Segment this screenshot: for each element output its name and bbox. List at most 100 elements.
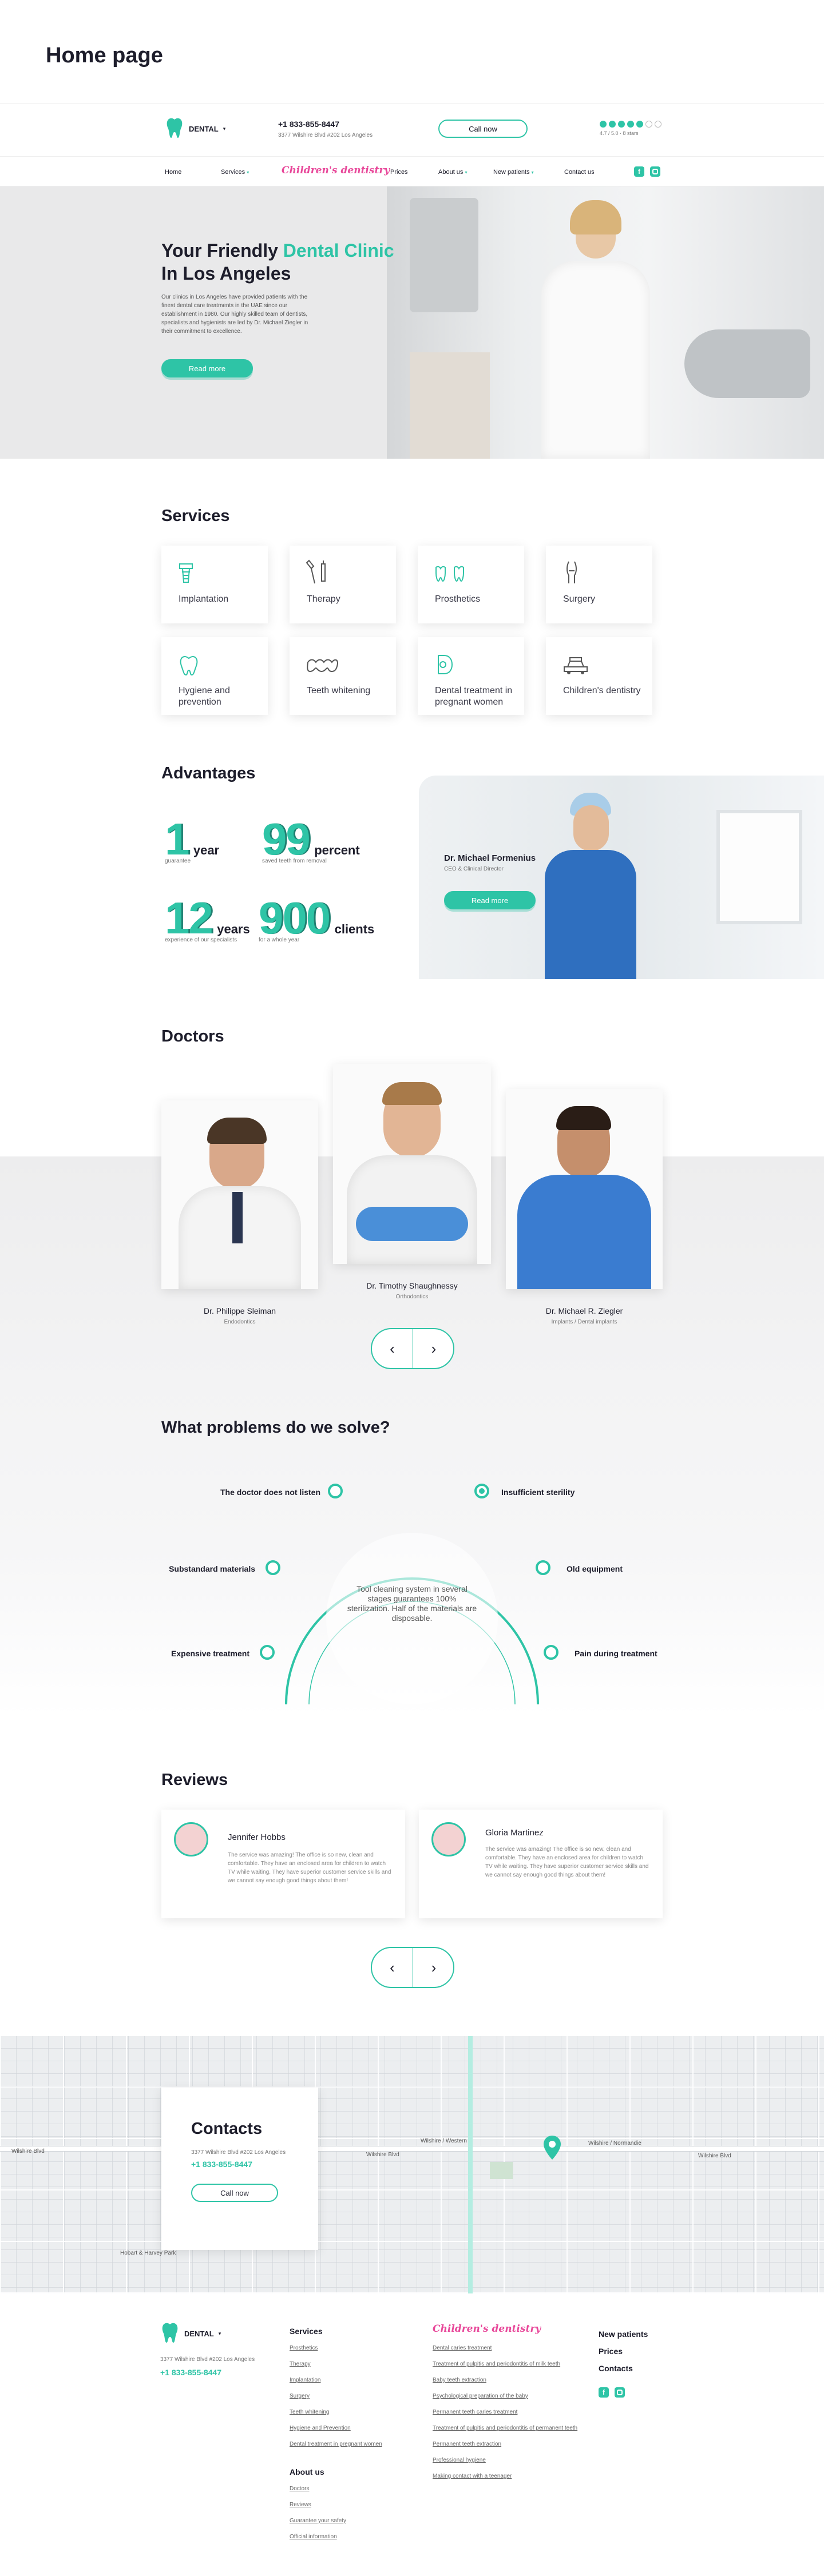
service-card-hygiene[interactable]: Hygiene and prevention	[161, 637, 268, 715]
doctors-slider-arrows: ‹ ›	[371, 1328, 454, 1369]
pregnant-icon	[438, 655, 453, 674]
nav-prices[interactable]: Prices	[390, 169, 408, 176]
doctor-card[interactable]	[333, 1064, 491, 1264]
facebook-icon[interactable]: f	[599, 2387, 609, 2398]
doctor-card[interactable]	[161, 1100, 318, 1289]
review-card: Jennifer Hobbs The service was amazing! …	[161, 1810, 405, 1918]
nav-home[interactable]: Home	[165, 169, 181, 176]
contacts-call-button[interactable]: Call now	[191, 2184, 278, 2202]
footer-link[interactable]: Dental treatment in pregnant women	[290, 2436, 404, 2452]
footer-link[interactable]: Doctors	[290, 2481, 404, 2497]
footer-about-title[interactable]: About us	[290, 2467, 324, 2476]
problem-node[interactable]	[328, 1484, 343, 1498]
nav-about[interactable]: About us ▾	[438, 169, 468, 176]
hero-text: Our clinics in Los Angeles have provided…	[161, 294, 308, 335]
star-icon	[609, 121, 616, 128]
call-now-button[interactable]: Call now	[438, 120, 528, 138]
footer-link[interactable]: Psychological preparation of the baby	[433, 2388, 593, 2404]
service-card-surgery[interactable]: Surgery	[546, 546, 652, 623]
nav-new-patients[interactable]: New patients ▾	[493, 169, 534, 176]
nav-children-logo[interactable]: Children's dentistry	[282, 165, 390, 176]
footer-link[interactable]: Reviews	[290, 2497, 404, 2513]
rating-stars	[600, 121, 661, 128]
footer-new-patients[interactable]: New patients	[599, 2325, 648, 2343]
footer-services-title[interactable]: Services	[290, 2327, 323, 2336]
footer-link[interactable]: Prosthetics	[290, 2340, 404, 2356]
doctor-card[interactable]	[506, 1089, 663, 1289]
stat-4: 900 clients for a whole year	[259, 896, 396, 943]
reviewer-name: Jennifer Hobbs	[228, 1832, 286, 1842]
problems-center-text: Tool cleaning system in several stages g…	[347, 1584, 477, 1623]
problem-node[interactable]	[536, 1560, 550, 1575]
map[interactable]: Wilshire / Western Wilshire Blvd Wilshir…	[0, 2036, 824, 2293]
footer-link[interactable]: Implantation	[290, 2372, 404, 2388]
footer-children-title[interactable]: Children's dentistry	[433, 2323, 541, 2335]
footer-link[interactable]: Treatment of pulpitis and periodontitis …	[433, 2420, 593, 2436]
chevron-down-icon: ▾	[531, 170, 534, 175]
whitening-icon	[307, 659, 339, 673]
nav-services-label: Services	[221, 169, 245, 176]
prev-arrow-button[interactable]: ‹	[372, 1329, 413, 1368]
footer-link[interactable]: Dental caries treatment	[433, 2340, 593, 2356]
hero-read-more-button[interactable]: Read more	[161, 359, 253, 377]
footer-link[interactable]: Treatment of pulpitis and periodontitis …	[433, 2356, 593, 2372]
chevron-left-icon: ‹	[390, 1958, 395, 1976]
footer-link[interactable]: Surgery	[290, 2388, 404, 2404]
hero-title-part2: In Los Angeles	[161, 263, 291, 284]
footer-link[interactable]: Official information	[290, 2529, 404, 2545]
footer-link[interactable]: Therapy	[290, 2356, 404, 2372]
hero-title-accent: Dental Clinic	[283, 240, 394, 261]
clinic-window-shape	[716, 810, 802, 924]
footer-logo[interactable]: DENTAL ▾	[160, 2322, 221, 2345]
header-phone[interactable]: +1 833-855-8447	[278, 120, 373, 129]
map-road-main	[0, 2146, 824, 2152]
problem-node[interactable]	[266, 1560, 280, 1575]
avatar	[431, 1822, 466, 1857]
service-card-whitening[interactable]: Teeth whitening	[290, 637, 396, 715]
contacts-phone[interactable]: +1 833-855-8447	[191, 2160, 252, 2169]
footer-prices[interactable]: Prices	[599, 2343, 648, 2360]
problem-node-active[interactable]	[474, 1484, 489, 1498]
services-grid: Implantation Therapy Prosthetics Surgery…	[161, 546, 663, 717]
service-card-implantation[interactable]: Implantation	[161, 546, 268, 623]
service-card-pregnant[interactable]: Dental treatment in pregnant women	[418, 637, 524, 715]
problem-label: Insufficient sterility	[501, 1488, 575, 1497]
footer-link[interactable]: Guarantee your safety	[290, 2513, 404, 2529]
next-arrow-button[interactable]: ›	[413, 1948, 454, 1987]
problem-node[interactable]	[544, 1645, 558, 1660]
nav-about-label: About us	[438, 169, 464, 176]
logo[interactable]: DENTAL ▾	[165, 117, 225, 140]
footer-link[interactable]: Permanent teeth extraction	[433, 2436, 593, 2452]
footer-link[interactable]: Permanent teeth caries treatment	[433, 2404, 593, 2420]
footer-link[interactable]: Professional hygiene	[433, 2452, 593, 2468]
stat-caption: guarantee	[165, 858, 191, 864]
map-pin-icon[interactable]	[542, 2134, 562, 2161]
review-text: The service was amazing! The office is s…	[485, 1846, 649, 1878]
advantages-read-more-button[interactable]: Read more	[444, 891, 536, 909]
prev-arrow-button[interactable]: ‹	[372, 1948, 413, 1987]
nav-contact[interactable]: Contact us	[564, 169, 595, 176]
service-card-children[interactable]: Children's dentistry	[546, 637, 652, 715]
facebook-icon[interactable]: f	[634, 166, 644, 177]
footer-link[interactable]: Teeth whitening	[290, 2404, 404, 2420]
nav-services[interactable]: Services ▾	[221, 169, 249, 176]
service-card-prosthetics[interactable]: Prosthetics	[418, 546, 524, 623]
contacts-card: Contacts 3377 Wilshire Blvd #202 Los Ang…	[161, 2088, 318, 2250]
instagram-icon[interactable]	[650, 166, 660, 177]
hero-image	[387, 186, 824, 459]
service-card-therapy[interactable]: Therapy	[290, 546, 396, 623]
instagram-icon[interactable]	[615, 2387, 625, 2398]
map-label: Wilshire Blvd	[11, 2148, 45, 2154]
footer-link[interactable]: Hygiene and Prevention	[290, 2420, 404, 2436]
footer-services-list: Prosthetics Therapy Implantation Surgery…	[290, 2340, 404, 2452]
footer-phone[interactable]: +1 833-855-8447	[160, 2368, 221, 2377]
reviews-slider-arrows: ‹ ›	[371, 1947, 454, 1988]
reviews-title: Reviews	[161, 1771, 228, 1789]
problem-node[interactable]	[260, 1645, 275, 1660]
rating-text: 4.7 / 5.0 · 8 stars	[600, 130, 639, 136]
footer-contacts[interactable]: Contacts	[599, 2360, 648, 2377]
cabinet-shape	[410, 352, 490, 459]
footer-link[interactable]: Making contact with a teenager	[433, 2468, 593, 2484]
next-arrow-button[interactable]: ›	[413, 1329, 454, 1368]
footer-link[interactable]: Baby teeth extraction	[433, 2372, 593, 2388]
